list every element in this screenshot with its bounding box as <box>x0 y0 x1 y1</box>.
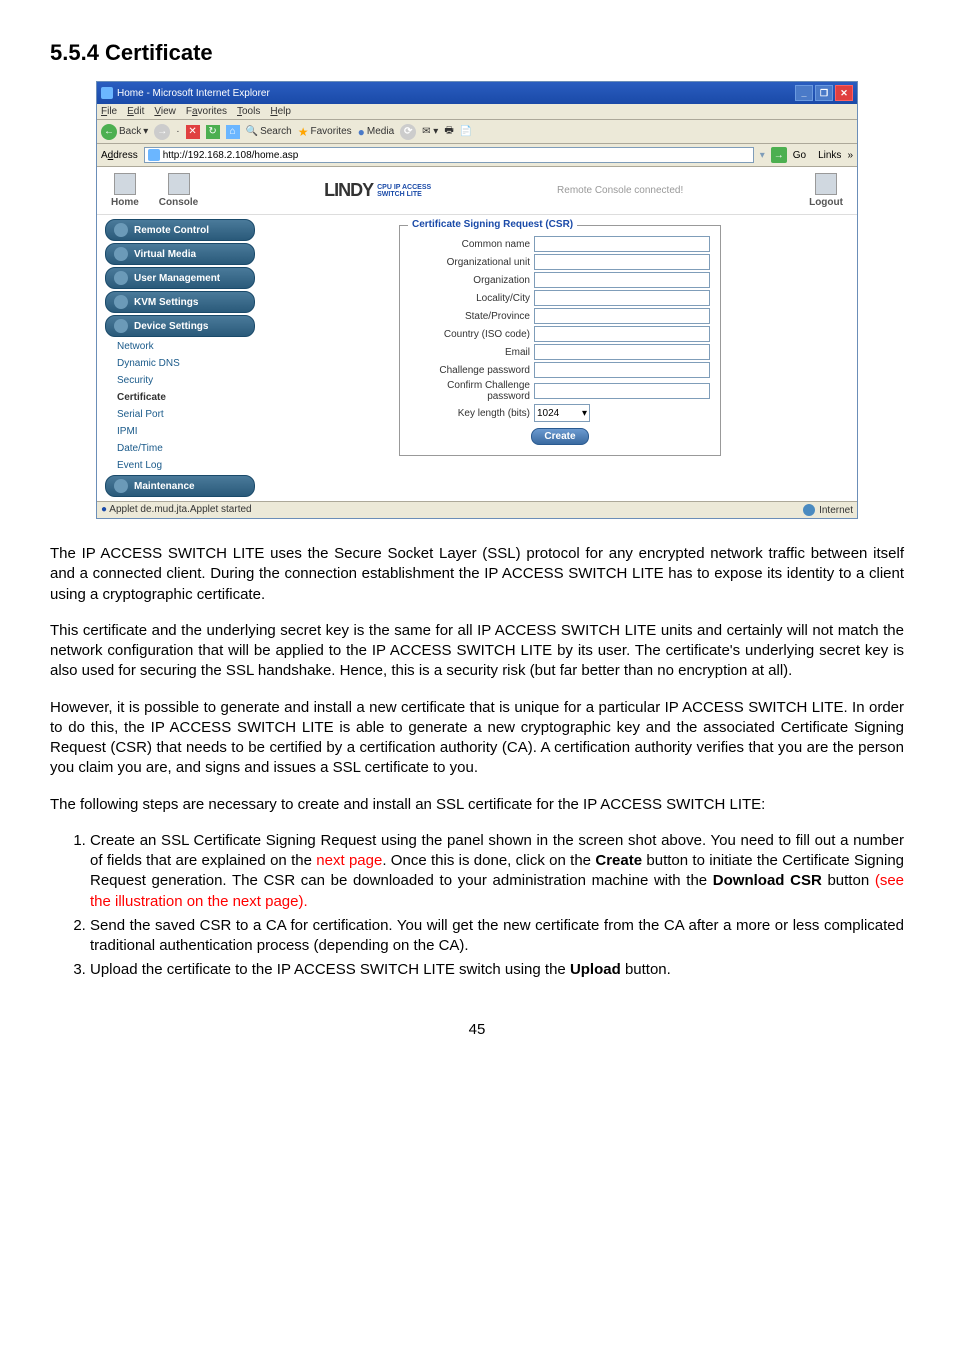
sub-ipmi[interactable]: IPMI <box>105 424 255 439</box>
search-button[interactable]: 🔍 Search <box>246 126 292 137</box>
sub-security[interactable]: Security <box>105 373 255 388</box>
input-locality[interactable] <box>534 290 710 306</box>
menu-file[interactable]: File <box>101 106 117 117</box>
input-state[interactable] <box>534 308 710 324</box>
status-bar: ● Applet de.mud.jta.Applet started Inter… <box>97 501 857 518</box>
home-icon <box>114 173 136 195</box>
logout-icon <box>815 173 837 195</box>
menu-favorites[interactable]: Favorites <box>186 106 227 117</box>
input-email[interactable] <box>534 344 710 360</box>
history-button[interactable]: ⟳ <box>400 124 416 140</box>
menu-view[interactable]: View <box>154 106 176 117</box>
label-confirm-pw: Confirm Challenge password <box>410 380 530 402</box>
go-label: Go <box>793 150 806 161</box>
sub-serial-port[interactable]: Serial Port <box>105 407 255 422</box>
sidebar-virtual-media[interactable]: Virtual Media <box>105 243 255 265</box>
label-organization: Organization <box>410 275 530 286</box>
paragraph-4: The following steps are necessary to cre… <box>50 795 904 815</box>
edit-button[interactable]: 📄 <box>460 126 472 137</box>
links-expand-icon[interactable]: » <box>847 150 853 161</box>
toolbar: ←Back ▾ → · ✕ ↻ ⌂ 🔍 Search ★Favorites ●M… <box>97 120 857 144</box>
sidebar-remote-control[interactable]: Remote Control <box>105 219 255 241</box>
menu-help[interactable]: Help <box>270 106 291 117</box>
section-heading: 5.5.4 Certificate <box>50 40 904 66</box>
label-org-unit: Organizational unit <box>410 257 530 268</box>
address-label: Address <box>101 150 138 161</box>
console-icon <box>168 173 190 195</box>
logout-link[interactable]: Logout <box>809 173 843 208</box>
page-icon <box>148 149 160 161</box>
sub-date-time[interactable]: Date/Time <box>105 441 255 456</box>
stop-button[interactable]: ✕ <box>186 125 200 139</box>
form-area: Certificate Signing Request (CSR) Common… <box>263 215 857 501</box>
select-keylen[interactable]: 1024▾ <box>534 404 590 422</box>
steps-list: Create an SSL Certificate Signing Reques… <box>50 831 904 981</box>
label-keylen: Key length (bits) <box>410 408 530 419</box>
input-challenge-pw[interactable] <box>534 362 710 378</box>
menubar: File Edit View Favorites Tools Help <box>97 104 857 120</box>
paragraph-2: This certificate and the underlying secr… <box>50 621 904 682</box>
ie-screenshot: Home - Microsoft Internet Explorer _ ❐ ✕… <box>96 81 858 519</box>
sub-event-log[interactable]: Event Log <box>105 458 255 473</box>
input-organization[interactable] <box>534 272 710 288</box>
remote-status: Remote Console connected! <box>557 185 683 196</box>
sidebar-device-settings[interactable]: Device Settings <box>105 315 255 337</box>
menu-tools[interactable]: Tools <box>237 106 260 117</box>
label-state: State/Province <box>410 311 530 322</box>
page-number: 45 <box>50 1021 904 1038</box>
sub-certificate[interactable]: Certificate <box>105 390 255 405</box>
window-title: Home - Microsoft Internet Explorer <box>117 88 270 99</box>
sub-network[interactable]: Network <box>105 339 255 354</box>
sidebar: Remote Control Virtual Media User Manage… <box>97 215 263 501</box>
home-button[interactable]: ⌂ <box>226 125 240 139</box>
forward-button[interactable]: → <box>154 124 170 140</box>
label-locality: Locality/City <box>410 293 530 304</box>
media-button[interactable]: ●Media <box>358 125 395 139</box>
address-input[interactable]: http://192.168.2.108/home.asp <box>144 147 754 163</box>
favorites-button[interactable]: ★Favorites <box>298 125 352 139</box>
console-link[interactable]: Console <box>159 173 198 208</box>
mail-button[interactable]: ✉ ▾ <box>422 126 438 137</box>
maximize-button[interactable]: ❐ <box>815 85 833 101</box>
paragraph-3: However, it is possible to generate and … <box>50 698 904 779</box>
sidebar-maintenance[interactable]: Maintenance <box>105 475 255 497</box>
label-common-name: Common name <box>410 239 530 250</box>
create-button[interactable]: Create <box>531 428 588 445</box>
addressbar: Address http://192.168.2.108/home.asp ▾ … <box>97 144 857 167</box>
paragraph-1: The IP ACCESS SWITCH LITE uses the Secur… <box>50 544 904 605</box>
step-3: Upload the certificate to the IP ACCESS … <box>90 960 904 980</box>
ie-icon <box>101 87 113 99</box>
status-text: ● Applet de.mud.jta.Applet started <box>101 504 252 516</box>
menu-edit[interactable]: Edit <box>127 106 144 117</box>
go-button[interactable]: → <box>771 147 787 163</box>
globe-icon <box>803 504 815 516</box>
sidebar-user-management[interactable]: User Management <box>105 267 255 289</box>
label-country: Country (ISO code) <box>410 329 530 340</box>
step-2: Send the saved CSR to a CA for certifica… <box>90 916 904 957</box>
window-titlebar: Home - Microsoft Internet Explorer _ ❐ ✕ <box>97 82 857 104</box>
input-common-name[interactable] <box>534 236 710 252</box>
print-button[interactable]: 🖶 <box>444 123 453 140</box>
app-topbar: Home Console LINDY CPU IP ACCESSSWITCH L… <box>97 167 857 215</box>
label-email: Email <box>410 347 530 358</box>
minimize-button[interactable]: _ <box>795 85 813 101</box>
input-org-unit[interactable] <box>534 254 710 270</box>
links-label[interactable]: Links <box>818 150 841 161</box>
csr-legend: Certificate Signing Request (CSR) <box>408 219 577 230</box>
step-1: Create an SSL Certificate Signing Reques… <box>90 831 904 912</box>
zone-label: Internet <box>819 505 853 516</box>
back-button[interactable]: ←Back ▾ <box>101 124 148 140</box>
input-country[interactable] <box>534 326 710 342</box>
sub-dynamic-dns[interactable]: Dynamic DNS <box>105 356 255 371</box>
home-link[interactable]: Home <box>111 173 139 208</box>
refresh-button[interactable]: ↻ <box>206 125 220 139</box>
label-challenge-pw: Challenge password <box>410 365 530 376</box>
input-confirm-pw[interactable] <box>534 383 710 399</box>
csr-fieldset: Certificate Signing Request (CSR) Common… <box>399 225 721 456</box>
close-button[interactable]: ✕ <box>835 85 853 101</box>
sidebar-kvm-settings[interactable]: KVM Settings <box>105 291 255 313</box>
brand-logo: LINDY CPU IP ACCESSSWITCH LITE <box>324 180 431 201</box>
